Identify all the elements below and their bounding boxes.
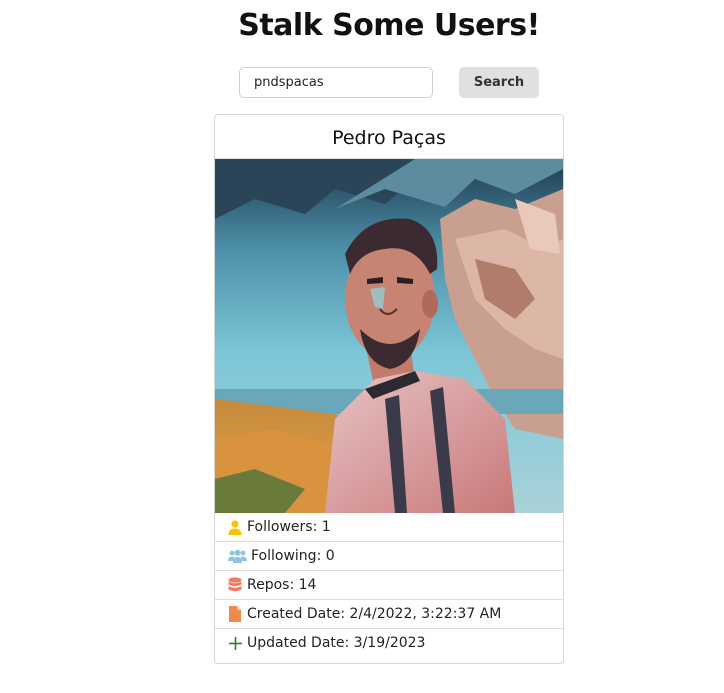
search-input[interactable] <box>239 67 433 98</box>
search-button[interactable]: Search <box>459 67 539 98</box>
stat-repos: Repos: 14 <box>215 570 563 599</box>
file-icon <box>227 606 243 622</box>
plus-icon <box>227 635 243 651</box>
stat-following: Following: 0 <box>215 541 563 570</box>
page: Stalk Some Users! Search Pedro Paças <box>0 0 724 693</box>
created-date-label: Created Date: 2/4/2022, 3:22:37 AM <box>247 606 502 622</box>
stat-updated-date: Updated Date: 3/19/2023 <box>215 628 563 657</box>
profile-card: Pedro Paças Followers: 1 Following: 0 Re… <box>214 114 564 664</box>
stat-followers: Followers: 1 <box>215 513 563 541</box>
repos-label: Repos: 14 <box>247 577 317 593</box>
followers-label: Followers: 1 <box>247 519 331 535</box>
page-title: Stalk Some Users! <box>238 8 540 43</box>
updated-date-label: Updated Date: 3/19/2023 <box>247 635 426 651</box>
profile-name: Pedro Paças <box>215 115 563 159</box>
stats-list: Followers: 1 Following: 0 Repos: 14 Crea… <box>215 513 563 657</box>
users-icon <box>227 548 247 564</box>
database-icon <box>227 577 243 593</box>
user-icon <box>227 519 243 535</box>
stat-created-date: Created Date: 2/4/2022, 3:22:37 AM <box>215 599 563 628</box>
following-label: Following: 0 <box>251 548 335 564</box>
avatar <box>215 159 563 513</box>
